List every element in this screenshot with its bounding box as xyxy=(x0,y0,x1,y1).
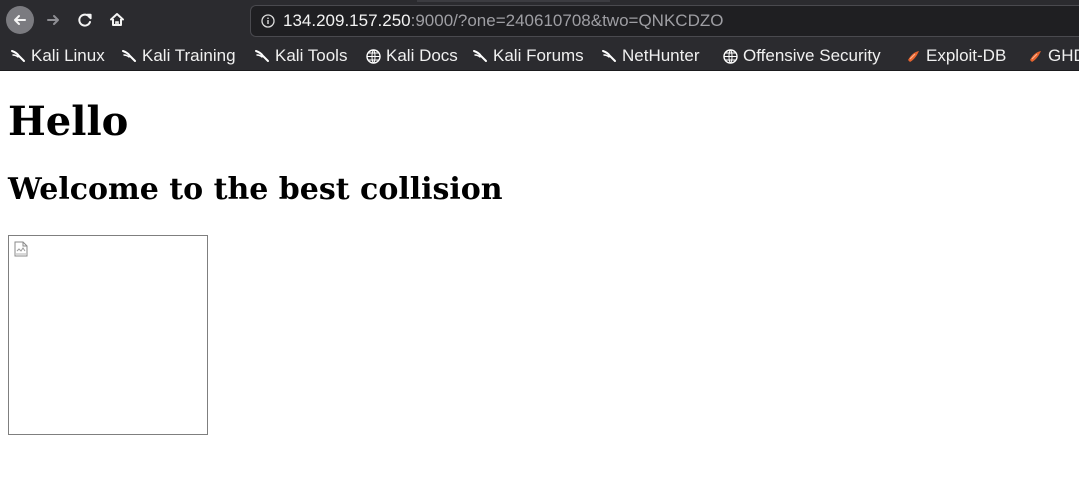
bookmark-kali-docs[interactable]: Kali Docs xyxy=(365,45,458,67)
kali-dragon-icon xyxy=(11,49,25,62)
active-tab-indicator xyxy=(417,0,610,2)
back-button[interactable] xyxy=(6,6,34,34)
home-button[interactable] xyxy=(103,6,131,34)
broken-image-icon xyxy=(14,241,28,257)
bookmark-label: Offensive Security xyxy=(743,46,881,65)
reload-icon xyxy=(78,13,92,27)
bookmark-label: Kali Docs xyxy=(386,46,458,65)
web-page-content: Hello Welcome to the best collision xyxy=(0,71,1079,488)
kali-dragon-icon xyxy=(255,49,269,62)
bookmark-label: Kali Training xyxy=(142,46,236,65)
forward-button[interactable] xyxy=(39,6,67,34)
arrow-left-icon xyxy=(14,15,26,25)
url-path-and-query: :9000/?one=240610708&two=QNKCDZO xyxy=(410,11,724,30)
bookmark-ghd[interactable]: GHD xyxy=(1027,45,1079,67)
bookmark-offensive-security[interactable]: Offensive Security xyxy=(722,45,881,67)
kali-dragon-icon xyxy=(602,49,616,62)
kali-dragon-icon xyxy=(122,49,136,62)
broken-image xyxy=(8,235,208,435)
bookmark-label: Kali Tools xyxy=(275,46,348,65)
bookmark-label: Kali Linux xyxy=(31,46,105,65)
bookmark-kali-training[interactable]: Kali Training xyxy=(121,45,236,67)
bookmark-nethunter[interactable]: NetHunter xyxy=(601,45,699,67)
bookmark-kali-forums[interactable]: Kali Forums xyxy=(472,45,584,67)
page-title: Hello xyxy=(8,98,129,145)
kali-dragon-icon xyxy=(473,49,487,62)
globe-icon xyxy=(366,48,381,64)
exploit-db-icon xyxy=(1030,50,1041,62)
url-text[interactable]: 134.209.157.250:9000/?one=240610708&two=… xyxy=(283,6,723,36)
bookmark-kali-tools[interactable]: Kali Tools xyxy=(254,45,347,67)
globe-icon xyxy=(723,48,738,64)
home-icon xyxy=(110,13,124,26)
bookmark-label: Exploit-DB xyxy=(926,46,1007,65)
browser-chrome: 134.209.157.250:9000/?one=240610708&two=… xyxy=(0,0,1079,71)
address-bar[interactable]: 134.209.157.250:9000/?one=240610708&two=… xyxy=(250,5,1079,37)
reload-button[interactable] xyxy=(71,6,99,34)
arrow-right-icon xyxy=(47,15,59,25)
bookmark-kali-linux[interactable]: Kali Linux xyxy=(10,45,105,67)
bookmark-label: GHD xyxy=(1048,46,1079,65)
bookmarks-bar: Kali Linux Kali Training Kali Tools Kali… xyxy=(0,40,1079,71)
url-host: 134.209.157.250 xyxy=(283,11,411,30)
bookmark-label: NetHunter xyxy=(622,46,700,65)
page-subtitle: Welcome to the best collision xyxy=(8,172,503,207)
bookmark-exploit-db[interactable]: Exploit-DB xyxy=(905,45,1006,67)
bookmark-label: Kali Forums xyxy=(493,46,584,65)
exploit-db-icon xyxy=(908,50,919,62)
info-icon[interactable] xyxy=(261,14,275,28)
browser-toolbar: 134.209.157.250:9000/?one=240610708&two=… xyxy=(0,0,1079,40)
